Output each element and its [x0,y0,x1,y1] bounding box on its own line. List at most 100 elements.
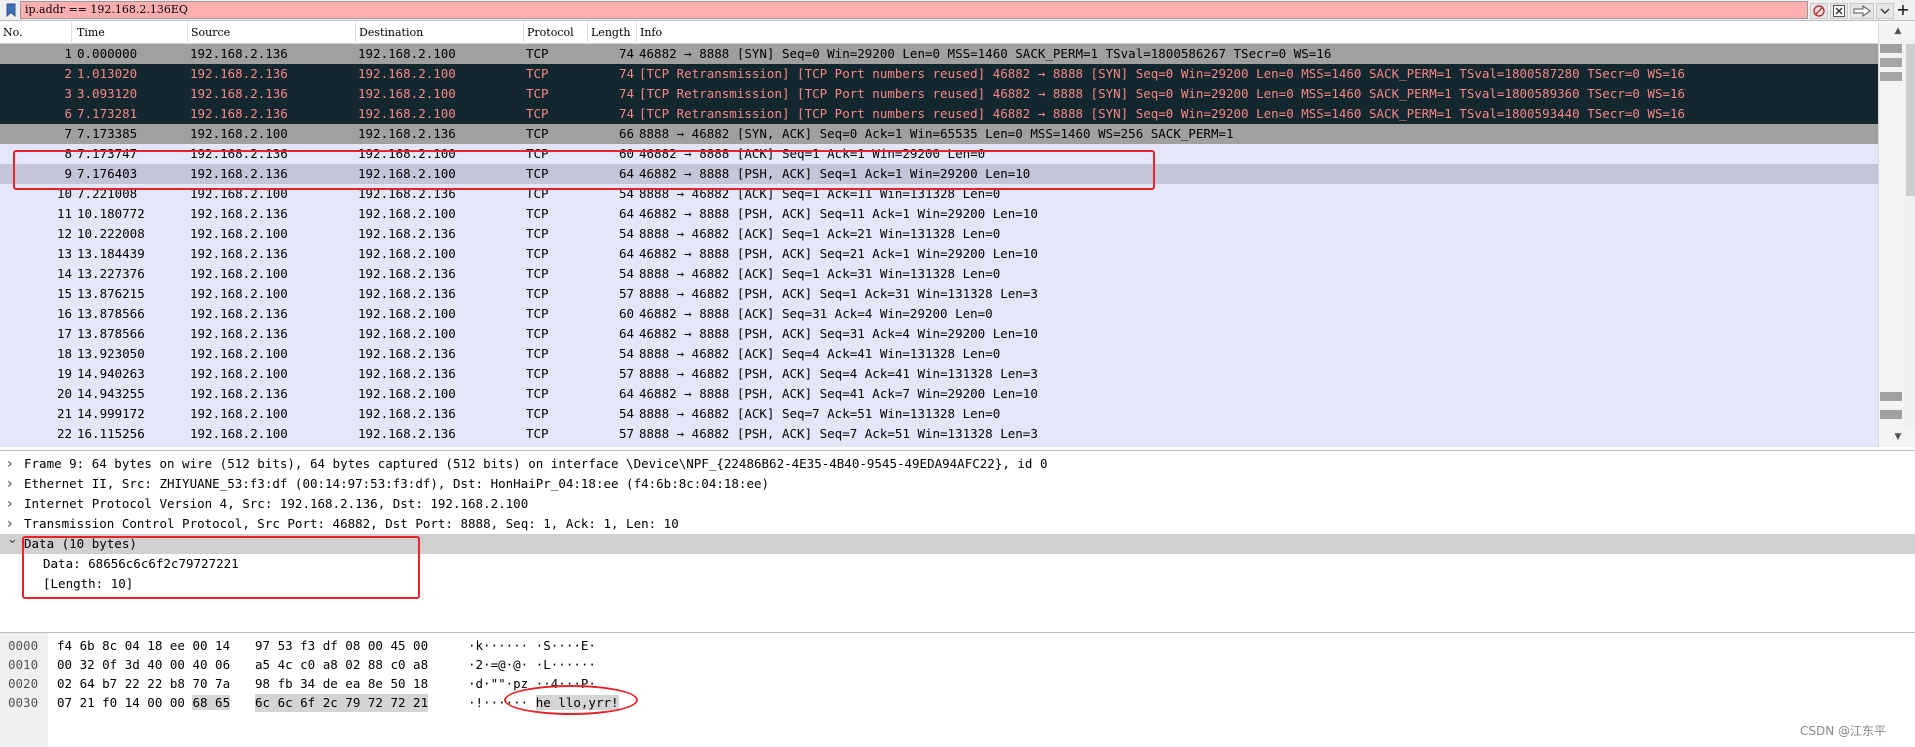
packet-no: 3 [64,86,72,101]
packet-destination: 192.168.2.136 [358,186,456,201]
packet-info: 46882 → 8888 [ACK] Seq=31 Ack=4 Win=2920… [639,306,993,321]
packet-no: 15 [56,286,72,301]
packet-source: 192.168.2.136 [190,246,288,261]
packet-row[interactable]: 6 7.173281 192.168.2.136 192.168.2.100 TCP 74… [0,104,1878,124]
packet-protocol: TCP [526,166,549,181]
packet-no: 12 [56,226,72,241]
scroll-down-icon[interactable]: ▼ [1891,430,1905,444]
packet-time: 1.013020 [77,66,138,81]
packet-protocol: TCP [526,46,549,61]
packet-row[interactable]: 11 10.180772 192.168.2.136 192.168.2.100 TCP… [0,204,1878,224]
packet-destination: 192.168.2.100 [358,386,456,401]
packet-row[interactable]: 7 7.173385 192.168.2.100 192.168.2.136 TCP 66… [0,124,1878,144]
display-filter-input[interactable]: ip.addr == 192.168.2.136EQ [20,1,1808,19]
packet-protocol: TCP [526,86,549,101]
packet-time: 10.180772 [77,206,145,221]
packet-destination: 192.168.2.100 [358,86,456,101]
packet-source: 192.168.2.136 [190,166,288,181]
bytes-row[interactable]: 0000 f4 6b 8c 04 18 ee 00 14 97 53 f3 df 0… [0,637,1915,655]
bytes-hex: 97 53 f3 df 08 00 45 00 [255,638,429,653]
close-icon[interactable] [1830,2,1848,19]
packet-length: 74 [618,46,634,61]
packet-destination: 192.168.2.100 [358,326,456,341]
bytes-hex: 02 64 b7 22 22 b8 70 7a [57,675,230,693]
column-destination[interactable]: Destination [356,22,524,44]
packet-row[interactable]: 22 16.115256 192.168.2.100 192.168.2.136 TCP… [0,424,1878,444]
packet-row[interactable]: 17 13.878566 192.168.2.136 192.168.2.100 TCP… [0,324,1878,344]
packet-length: 74 [618,106,634,121]
packet-row[interactable]: 15 13.876215 192.168.2.100 192.168.2.136 TCP… [0,284,1878,304]
add-filter-button[interactable]: + [1893,0,1913,21]
chevron-down-icon[interactable]: ⌄ [7,530,19,550]
packet-protocol: TCP [526,286,549,301]
packet-length: 64 [618,326,634,341]
packet-source: 192.168.2.136 [190,46,288,61]
packet-row[interactable]: 1 0.000000 192.168.2.136 192.168.2.100 TCP 74… [0,44,1878,64]
bytes-row[interactable]: 0030 07 21 f0 14 00 00 68 65 6c 6c 6f 2c 7… [0,694,1915,712]
packet-no: 14 [56,266,72,281]
packet-time: 16.115256 [77,426,145,441]
bytes-ascii-highlight: he llo,yrr! [535,695,619,710]
packet-row[interactable]: 12 10.222008 192.168.2.100 192.168.2.136 TCP… [0,224,1878,244]
apply-arrow-icon[interactable] [1850,2,1874,19]
detail-tree-item[interactable]: › Ethernet II, Src: ZHIYUANE_53:f3:df (00… [0,474,1915,494]
column-no[interactable]: No. [0,22,72,44]
packet-time: 13.876215 [77,286,145,301]
packet-row[interactable]: 16 13.878566 192.168.2.136 192.168.2.100 TCP… [0,304,1878,324]
packet-length: 60 [618,306,634,321]
column-protocol[interactable]: Protocol [524,22,588,44]
packet-no: 9 [64,166,72,181]
packet-destination: 192.168.2.100 [358,146,456,161]
packet-source: 192.168.2.136 [190,146,288,161]
bookmark-icon[interactable] [3,2,19,18]
detail-tree-item[interactable]: › Internet Protocol Version 4, Src: 192.1… [0,494,1915,514]
packet-destination: 192.168.2.136 [358,226,456,241]
detail-tree-item[interactable]: › Transmission Control Protocol, Src Port… [0,514,1915,534]
packet-row[interactable]: 9 7.176403 192.168.2.136 192.168.2.100 TCP 64… [0,164,1878,184]
detail-tree-item[interactable]: › Frame 9: 64 bytes on wire (512 bits), 6… [0,454,1915,474]
packet-row[interactable]: 19 14.940263 192.168.2.100 192.168.2.136 TCP… [0,364,1878,384]
packet-source: 192.168.2.100 [190,426,288,441]
packet-row[interactable]: 20 14.943255 192.168.2.136 192.168.2.100 TCP… [0,384,1878,404]
scroll-thumb[interactable] [1906,44,1915,196]
packet-list-scrollbar[interactable]: ▲ ▼ [1878,22,1915,447]
detail-tree-item[interactable]: Data: 68656c6c6f2c79727221 [0,554,1915,574]
packet-protocol: TCP [526,126,549,141]
packet-protocol: TCP [526,326,549,341]
packet-row[interactable]: 14 13.227376 192.168.2.100 192.168.2.136 TCP… [0,264,1878,284]
column-info[interactable]: Info [637,22,1878,44]
packet-source: 192.168.2.100 [190,366,288,381]
packet-row[interactable]: 18 13.923050 192.168.2.100 192.168.2.136 TCP… [0,344,1878,364]
chevron-right-icon[interactable]: › [7,454,19,474]
packet-length: 74 [618,86,634,101]
column-length[interactable]: Length [588,22,637,44]
detail-tree-item[interactable]: ⌄ Data (10 bytes) [0,532,1915,554]
packet-row[interactable]: 2 1.013020 192.168.2.136 192.168.2.100 TCP 74… [0,64,1878,84]
packet-destination: 192.168.2.136 [358,126,456,141]
packet-info: 8888 → 46882 [ACK] Seq=1 Ack=21 Win=1313… [639,226,1001,241]
detail-tree-item[interactable]: [Length: 10] [0,574,1915,594]
bytes-row[interactable]: 0010 00 32 0f 3d 40 00 40 06 a5 4c c0 a8 0… [0,656,1915,674]
minimap-mark [1880,72,1902,81]
chevron-right-icon[interactable]: › [7,494,19,514]
scroll-up-icon[interactable]: ▲ [1891,24,1905,38]
packet-no: 6 [64,106,72,121]
bytes-row[interactable]: 0020 02 64 b7 22 22 b8 70 7a 98 fb 34 de e… [0,675,1915,693]
packet-destination: 192.168.2.136 [358,346,456,361]
bytes-ascii: ·d·""·pz ··4···P· [468,676,596,691]
packet-row[interactable]: 13 13.184439 192.168.2.136 192.168.2.100 TCP… [0,244,1878,264]
column-source[interactable]: Source [188,22,356,44]
packet-info: 8888 → 46882 [ACK] Seq=4 Ack=41 Win=1313… [639,346,1001,361]
packet-row[interactable]: 8 7.173747 192.168.2.136 192.168.2.100 TCP 60… [0,144,1878,164]
column-time[interactable]: Time [74,22,188,44]
packet-no: 8 [64,146,72,161]
clear-filter-icon[interactable] [1810,2,1828,19]
packet-row[interactable]: 3 3.093120 192.168.2.136 192.168.2.100 TCP 74… [0,84,1878,104]
chevron-right-icon[interactable]: › [7,474,19,494]
packet-row[interactable]: 21 14.999172 192.168.2.100 192.168.2.136 TCP… [0,404,1878,424]
packet-row[interactable]: 10 7.221008 192.168.2.100 192.168.2.136 TCP 5… [0,184,1878,204]
packet-destination: 192.168.2.100 [358,166,456,181]
packet-info: 46882 → 8888 [PSH, ACK] Seq=1 Ack=1 Win=… [639,166,1031,181]
bytes-ascii-plain: ·!······ [468,695,536,710]
chevron-down-icon[interactable] [1876,2,1894,19]
